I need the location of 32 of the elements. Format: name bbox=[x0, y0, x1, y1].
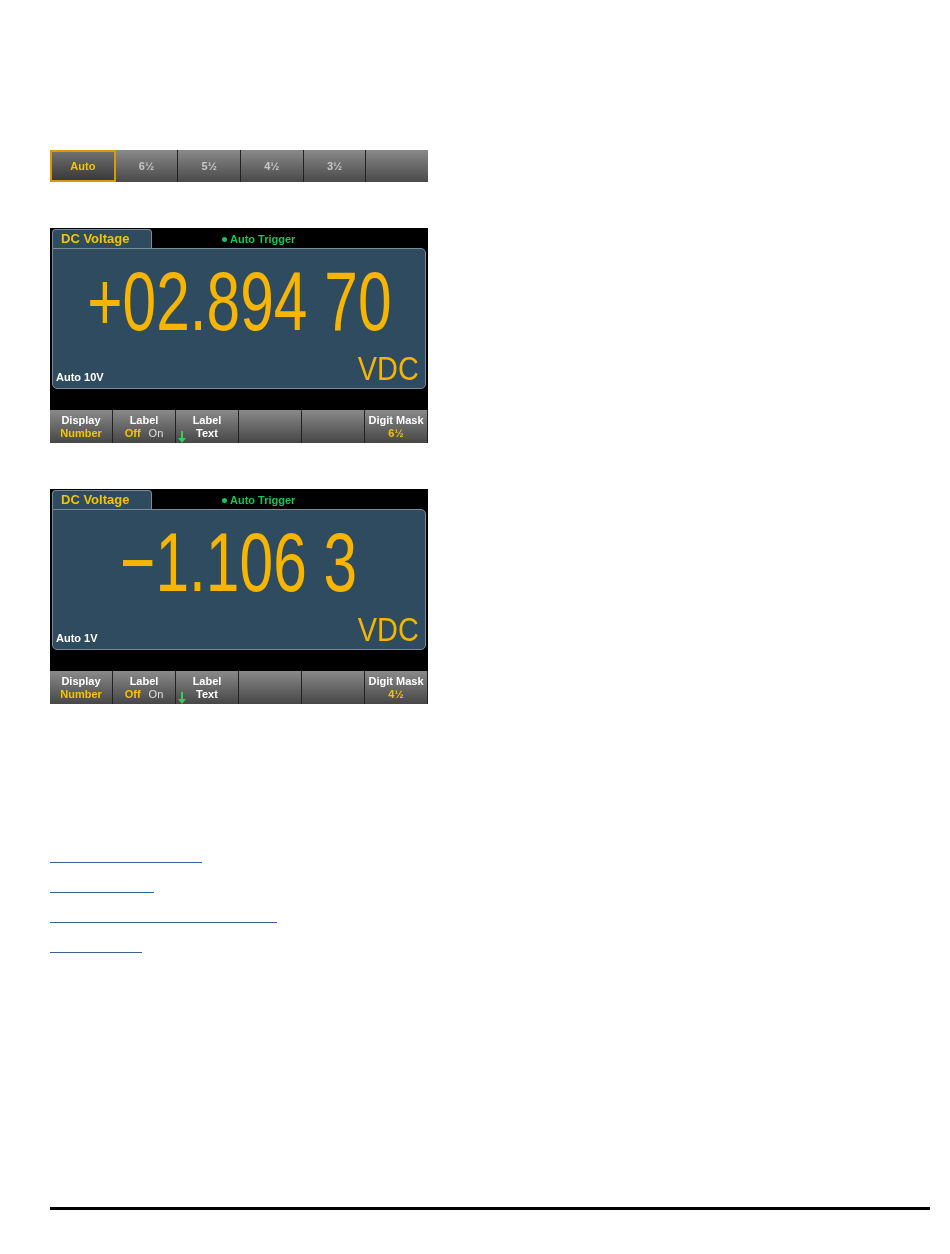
blank-softkey bbox=[302, 671, 365, 704]
trigger-status: Auto Trigger bbox=[230, 232, 296, 247]
unit-label: VDC bbox=[357, 350, 419, 386]
measurement-reading: −1.106 3 bbox=[120, 516, 358, 608]
down-arrow-icon bbox=[178, 431, 186, 443]
measurement-reading: +02.894 70 bbox=[86, 255, 392, 347]
range-label: Auto 10V bbox=[56, 369, 104, 385]
softkey[interactable]: Digit Mask 6½ bbox=[365, 410, 428, 443]
blank-softkey bbox=[302, 410, 365, 443]
digit-option[interactable]: Auto bbox=[50, 150, 116, 182]
blank-softkey bbox=[239, 671, 302, 704]
softkey[interactable]: Display Number bbox=[50, 410, 113, 443]
toggle-option[interactable]: Off bbox=[124, 426, 141, 440]
softkey-label: Label bbox=[129, 674, 159, 688]
unit-label: VDC bbox=[357, 611, 419, 647]
softkey[interactable]: Label Text bbox=[176, 671, 239, 704]
range-label: Auto 1V bbox=[56, 630, 98, 646]
down-arrow-icon bbox=[178, 692, 186, 704]
softkey[interactable]: Digit Mask 4½ bbox=[365, 671, 428, 704]
trigger-status: Auto Trigger bbox=[230, 493, 296, 508]
digit-option[interactable]: 5½ bbox=[178, 150, 241, 182]
toggle-option[interactable]: On bbox=[148, 426, 164, 440]
digit-option[interactable]: 4½ bbox=[241, 150, 304, 182]
blank-softkey bbox=[239, 410, 302, 443]
digit-option[interactable]: 6½ bbox=[115, 150, 179, 182]
blank-softkey bbox=[366, 150, 429, 182]
softkey[interactable]: Display Number bbox=[50, 671, 113, 704]
toggle-option[interactable]: Off bbox=[124, 687, 141, 701]
softkey-label: Label bbox=[129, 413, 159, 427]
digit-option[interactable]: 3½ bbox=[303, 150, 367, 182]
softkey[interactable]: Label Text bbox=[176, 410, 239, 443]
toggle-option[interactable]: On bbox=[148, 687, 164, 701]
